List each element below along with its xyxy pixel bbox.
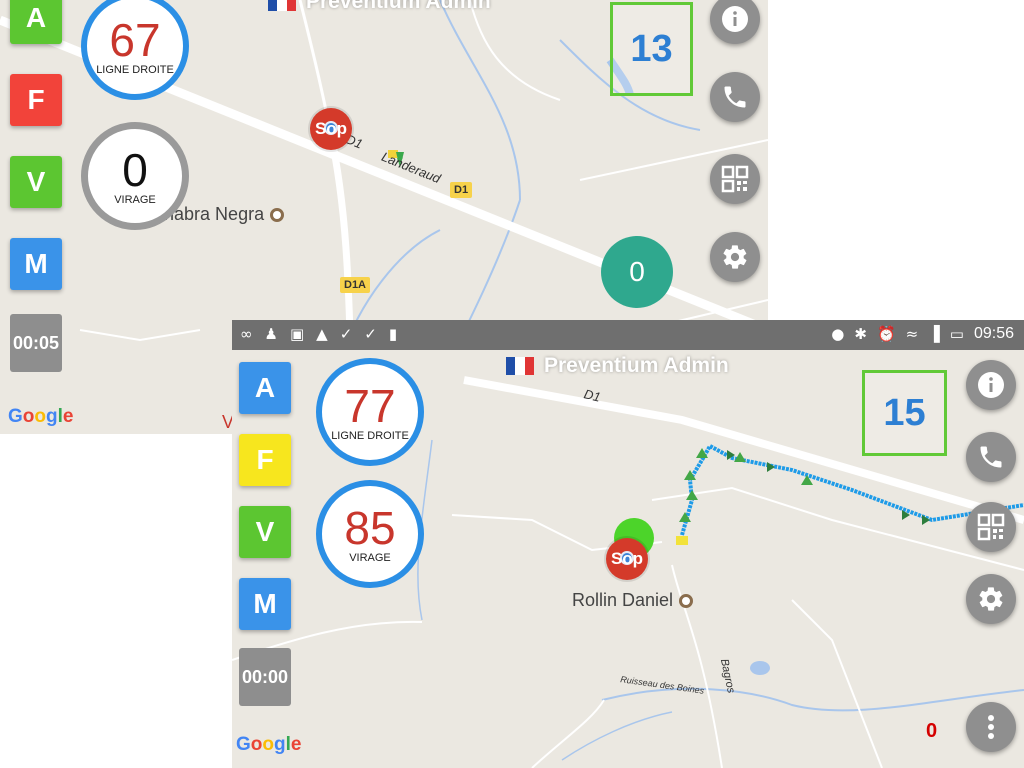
event-counter: 13 (610, 2, 693, 96)
gauge-curve-label: VIRAGE (114, 193, 156, 206)
side-button-f-label: F (256, 444, 274, 475)
poi-place[interactable]: Rollin Daniel (572, 590, 694, 611)
app-title-text: Preventium Admin (306, 0, 491, 13)
status-time: 09:56 (973, 325, 1014, 342)
side-button-f[interactable]: F (10, 74, 62, 126)
signal-icon: ▐ (928, 325, 940, 343)
settings-button[interactable] (710, 232, 760, 282)
gauge-curve: 85 VIRAGE (316, 480, 424, 588)
side-button-a-label: A (254, 372, 276, 403)
qr-code-button[interactable] (710, 154, 760, 204)
check-icon: ✓ (339, 325, 353, 343)
map-screen-current: ∞ ♟ ▣ ▲ ✓ ✓ ▮ ● ✱ ⏰ ≈ ▐ ▭ 09:56 D1 Ruiss… (232, 320, 1024, 768)
google-logo: Google (8, 406, 74, 427)
road-shield-d1a: D1A (340, 277, 371, 293)
phone-icon (724, 86, 746, 108)
gauge-straight-label: LIGNE DROITE (96, 63, 174, 76)
alert-count: 0 (926, 720, 938, 742)
more-vert-icon (988, 715, 994, 739)
side-button-m-label: M (253, 588, 277, 619)
poi-marker-icon (270, 207, 285, 222)
location-pin-icon: ● (831, 325, 845, 343)
gauge-straight-value: 77 (344, 379, 396, 432)
qr-code-button[interactable] (966, 502, 1016, 552)
gauge-straight-line: 77 LIGNE DROITE (316, 358, 424, 466)
app-title: Preventium Admin (506, 354, 729, 378)
android-status-bar: ∞ ♟ ▣ ▲ ✓ ✓ ▮ ● ✱ ⏰ ≈ ▐ ▭ 09:56 (232, 320, 1024, 350)
france-flag-icon (268, 0, 296, 11)
gauge-curve: 0 VIRAGE (81, 122, 189, 230)
side-button-f-label: F (27, 84, 45, 115)
app-title: Preventium Admin (268, 0, 491, 14)
side-button-v[interactable]: V (239, 506, 291, 558)
image-icon: ▣ (289, 325, 305, 343)
side-button-a[interactable]: A (10, 0, 62, 44)
gauge-straight-label: LIGNE DROITE (331, 429, 409, 442)
gear-icon (979, 587, 1003, 611)
more-options-button[interactable] (966, 702, 1016, 752)
wifi-icon: ≈ (905, 325, 919, 343)
stop-marker-label: Sop (314, 119, 348, 138)
stop-marker-icon[interactable]: Sop (606, 538, 648, 580)
google-logo: Google (236, 734, 302, 755)
france-flag-icon (506, 357, 534, 375)
gauge-curve-value: 85 (344, 501, 396, 554)
side-button-a[interactable]: A (239, 362, 291, 414)
info-icon (722, 6, 748, 32)
event-counter: 15 (862, 370, 947, 456)
road-shield-d1: D1 (450, 182, 473, 198)
person-icon: ♟ (264, 325, 278, 343)
qr-code-icon (977, 513, 1005, 541)
side-button-v-label: V (26, 166, 46, 197)
phone-button[interactable] (710, 72, 760, 122)
stop-marker-icon[interactable]: Sop (310, 108, 352, 150)
voicemail-icon: ∞ (240, 325, 253, 343)
side-button-m-label: M (24, 248, 48, 279)
trip-timer: 00:05 (10, 314, 62, 372)
poi-marker-icon (679, 593, 694, 608)
stop-marker-label: Sop (610, 549, 644, 568)
gauge-curve-label: VIRAGE (349, 551, 391, 564)
info-button[interactable] (966, 360, 1016, 410)
check-icon: ✓ (364, 325, 377, 343)
side-button-f[interactable]: F (239, 434, 291, 486)
sdcard-icon: ▮ (388, 325, 398, 343)
side-button-m[interactable]: M (239, 578, 291, 630)
settings-button[interactable] (966, 574, 1016, 624)
alarm-icon: ⏰ (876, 325, 896, 343)
trip-timer: 00:00 (239, 648, 291, 706)
teal-badge[interactable]: 0 (601, 236, 673, 308)
qr-code-icon (721, 165, 749, 193)
gear-icon (723, 245, 747, 269)
phone-icon (980, 446, 1002, 468)
bluetooth-icon: ✱ (854, 325, 867, 343)
side-button-v-label: V (255, 516, 275, 547)
side-button-v[interactable]: V (10, 156, 62, 208)
battery-icon: ▭ (949, 325, 964, 343)
navigation-icon: ▲ (316, 325, 328, 343)
side-button-m[interactable]: M (10, 238, 62, 290)
phone-button[interactable] (966, 432, 1016, 482)
gauge-straight-value: 67 (109, 13, 161, 66)
status-right-icons: ● ✱ ⏰ ≈ ▐ ▭ 09:56 (831, 325, 1014, 343)
app-title-text: Preventium Admin (544, 354, 729, 377)
side-button-a-label: A (25, 2, 47, 33)
status-left-icons: ∞ ♟ ▣ ▲ ✓ ✓ ▮ (240, 325, 397, 343)
poi-label: Rollin Daniel (572, 590, 674, 610)
info-icon (978, 372, 1004, 398)
gauge-curve-value: 0 (122, 143, 148, 196)
